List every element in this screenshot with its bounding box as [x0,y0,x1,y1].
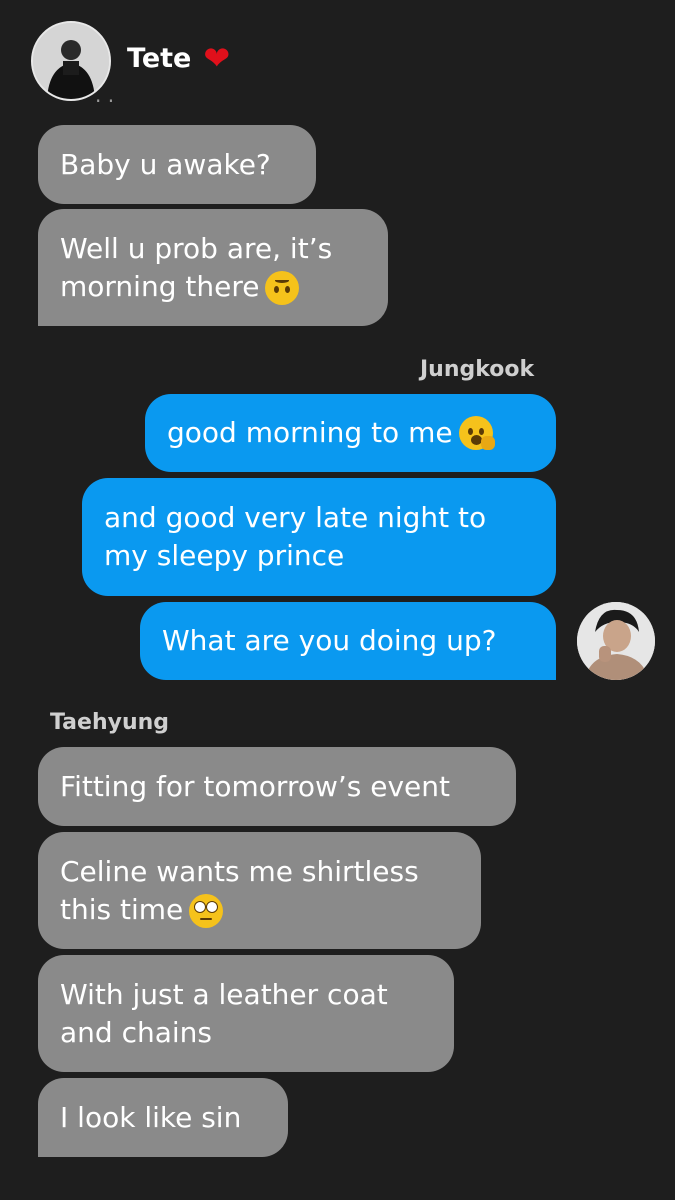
sender-name-label: Jungkook [420,357,535,382]
message-bubble-outgoing[interactable]: good morning to me [145,394,556,472]
message-text: Baby u awake? [60,147,271,181]
chat-header: Tete ❤ · · [0,0,675,115]
message-text-line: and good very late night to [104,501,487,534]
message-text-line: Well u prob are, it’s [60,231,333,265]
contact-avatar[interactable] [31,21,111,101]
message-text: I look like sin [60,1100,242,1134]
message-text-line: morning there [60,269,260,303]
message-text-line: and chains [60,1015,212,1049]
contact-name: Tete [127,42,192,74]
message-bubble-incoming[interactable]: Celine wants me shirtless this time [38,832,481,949]
message-bubble-incoming[interactable]: Baby u awake? [38,125,316,204]
message-text-line: this time [60,892,184,926]
message-bubble-outgoing[interactable]: and good very late night to my sleepy pr… [82,478,556,596]
message-text-line: Celine wants me shirtless [60,854,419,888]
message-bubble-incoming[interactable]: I look like sin [38,1078,288,1157]
message-bubble-incoming[interactable]: Fitting for tomorrow’s event [38,747,516,826]
sender-avatar[interactable] [577,602,655,680]
message-bubble-incoming[interactable]: With just a leather coat and chains [38,955,454,1072]
upside-down-face-emoji [265,270,300,305]
message-text: Fitting for tomorrow’s event [60,769,451,803]
contact-title[interactable]: Tete ❤ [127,42,230,74]
sender-name-label: Taehyung [50,710,170,735]
clipped-sender-label: · · [95,97,115,113]
yawning-face-emoji [458,416,495,450]
message-text: What are you doing up? [162,624,497,657]
message-bubble-outgoing[interactable]: What are you doing up? [140,602,556,680]
message-text-line: With just a leather coat [60,977,388,1011]
message-bubble-incoming[interactable]: Well u prob are, it’s morning there [38,209,388,326]
message-text-line: my sleepy prince [104,539,345,572]
message-text: good morning to me [167,416,453,449]
face-with-rolling-eyes-emoji [189,893,224,928]
heart-icon: ❤ [203,39,231,77]
